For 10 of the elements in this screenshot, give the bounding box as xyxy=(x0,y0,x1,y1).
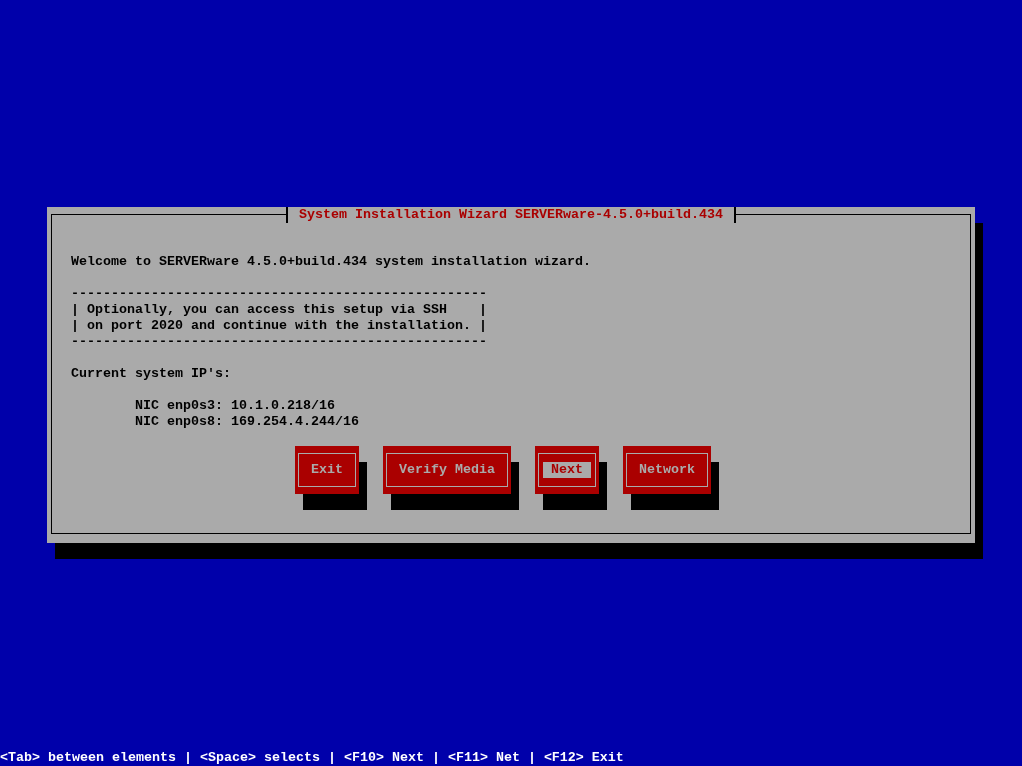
nic-address-text: NIC enp0s3: 10.1.0.218/16 xyxy=(135,398,335,414)
notice-line: ---------------------------------------------------- xyxy=(71,286,487,302)
notice-line: ---------------------------------------------------- xyxy=(71,334,487,350)
nic-address-text: NIC enp0s8: 169.254.4.244/16 xyxy=(135,414,359,430)
welcome-text: Welcome to SERVERware 4.5.0+build.434 system installation wizard. xyxy=(71,254,591,270)
ip-heading: Current system IP's: xyxy=(71,366,231,382)
notice-line: | on port 2020 and continue with the installation. | xyxy=(71,318,487,334)
dialog-title: System Installation Wizard SERVERware-4.5.0+build.434 xyxy=(286,207,736,223)
notice-line: | Optionally, you can access this setup via SSH | xyxy=(71,302,487,318)
key-hints-text: <Tab> between elements | <Space> selects | <F10> Next | <F11> Net | <F12> Exit xyxy=(0,750,624,766)
